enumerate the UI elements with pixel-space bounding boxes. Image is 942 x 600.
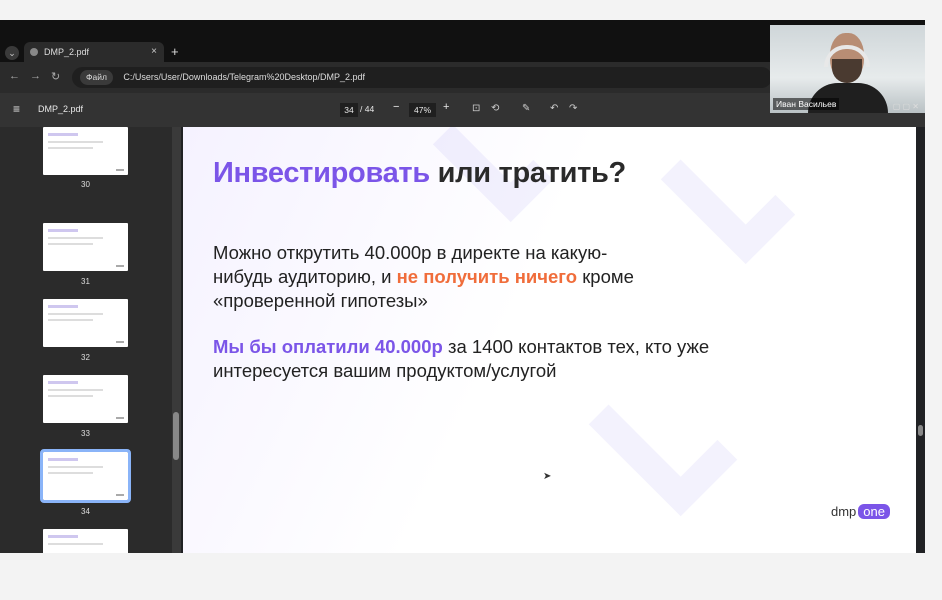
sidebar-scrollbar[interactable] [172,127,181,553]
zoom-out-button[interactable]: − [393,101,399,113]
tab-close-icon[interactable]: × [151,42,157,62]
check-decoration [588,367,738,517]
page-number-input[interactable]: 34 [340,103,358,117]
thumbnail-page-34[interactable] [40,449,131,503]
thumbnail-page-33[interactable] [43,375,128,423]
page-total: / 44 [360,104,375,114]
slide-paragraph-1: Можно открутить 40.000р в директе на как… [213,241,653,313]
webcam-video: Иван Васильев ▢ ▢ ✕ [770,25,925,113]
thumbnail-page-31[interactable] [43,223,128,271]
thumbnail-label: 34 [81,507,90,516]
fit-page-icon[interactable]: ⊡ [472,103,480,114]
logo-text: dmp [831,504,857,519]
thumbnail-label: 30 [81,180,90,189]
viewer-scrollbar[interactable] [916,127,925,553]
tab-title: DMP_2.pdf [44,47,90,57]
back-icon[interactable]: ← [9,70,20,82]
undo-icon[interactable]: ↶ [550,103,558,114]
slide-paragraph-2: Мы бы оплатили 40.000р за 1400 контактов… [213,335,733,383]
pdf-filename: DMP_2.pdf [38,104,84,114]
file-chip[interactable]: Файл [80,70,113,85]
thumbnail-label: 33 [81,429,90,438]
tab-search-button[interactable]: ⌄ [5,46,19,60]
reload-icon[interactable]: ↻ [51,70,60,83]
menu-icon[interactable]: ≡ [13,102,20,116]
title-accent: Инвестировать [213,157,430,189]
dmp-one-logo: dmp one [831,504,890,519]
pdf-viewer: Инвестировать или тратить? Можно открути… [181,127,925,553]
zoom-input[interactable]: 47% [409,103,436,117]
pdf-favicon-icon [30,48,38,56]
rotate-icon[interactable]: ⟲ [491,103,499,114]
viewer-scroll-thumb[interactable] [918,425,923,436]
thumbnail-page-30[interactable] [43,127,128,175]
logo-badge: one [858,504,890,519]
annotate-icon[interactable]: ✎ [522,103,530,114]
address-bar[interactable]: Файл C:/Users/User/Downloads/Telegram%20… [72,67,772,88]
new-tab-button[interactable]: + [171,42,179,62]
slide-title: Инвестировать или тратить? [213,157,626,190]
title-rest: или тратить? [429,157,627,189]
thumbnail-page-35[interactable] [43,529,128,553]
webcam-controls-icon[interactable]: ▢ ▢ ✕ [893,102,919,111]
address-text: C:/Users/User/Downloads/Telegram%20Deskt… [123,72,366,82]
thumbnail-label: 31 [81,277,90,286]
zoom-in-button[interactable]: + [443,101,449,113]
thumbnail-sidebar: 30 31 32 33 34 [0,127,181,553]
mouse-cursor-icon: ➤ [543,471,552,482]
thumbnail-page-32[interactable] [43,299,128,347]
pdf-page: Инвестировать или тратить? Можно открути… [183,127,916,553]
para1-highlight: не получить ничего [396,266,578,287]
forward-icon[interactable]: → [30,70,41,82]
check-decoration [660,129,796,265]
sidebar-scroll-thumb[interactable] [173,412,179,460]
para2-highlight: Мы бы оплатили 40.000р [213,336,443,357]
redo-icon[interactable]: ↷ [569,103,577,114]
participant-name: Иван Васильев [773,98,840,110]
thumbnail-label: 32 [81,353,90,362]
browser-tab[interactable]: DMP_2.pdf × [24,42,164,62]
